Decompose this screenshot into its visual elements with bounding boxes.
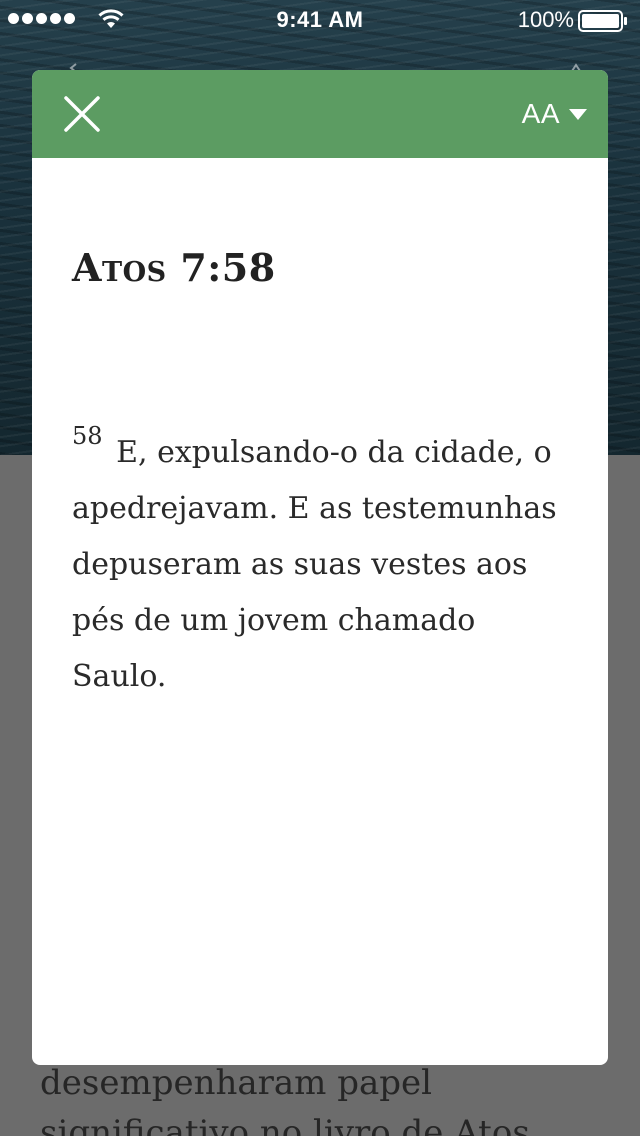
verse-text: E, expulsando-o da cidade, o apedrejavam… xyxy=(72,435,557,694)
battery-icon xyxy=(578,10,627,32)
article-line: significativo no livro de Atos xyxy=(40,1113,530,1136)
status-bar: 9:41 AM 100% xyxy=(0,0,640,40)
verse-body: 58 E, expulsando-o da cidade, o apedreja… xyxy=(72,422,572,705)
battery-percent: 100% xyxy=(517,7,574,32)
modal-header: AA xyxy=(32,70,608,158)
verse-modal: AA Atos 7:58 58 E, expulsando-o da cidad… xyxy=(32,70,608,1065)
verse-number: 58 xyxy=(72,422,103,450)
article-line: desempenharam papel xyxy=(40,1063,433,1103)
caret-down-icon xyxy=(569,109,587,120)
verse-reference-title: Atos 7:58 xyxy=(72,245,276,290)
close-icon[interactable] xyxy=(60,92,104,136)
font-size-button[interactable]: AA xyxy=(522,94,588,134)
article-text: desempenharam papel significativo no liv… xyxy=(40,1058,640,1136)
font-size-label: AA xyxy=(521,98,560,129)
screen: desempenharam papel significativo no liv… xyxy=(0,0,640,1136)
